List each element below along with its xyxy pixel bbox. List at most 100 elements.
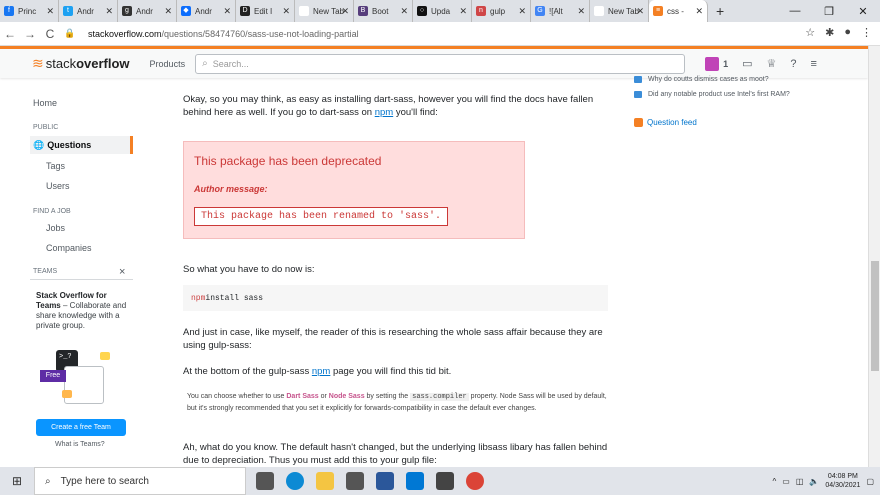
tab-close-icon[interactable]: ✕	[105, 6, 113, 17]
globe-icon: 🌐	[33, 139, 45, 150]
battery-icon[interactable]: ▭	[782, 477, 790, 486]
vscode-icon[interactable]	[406, 472, 424, 490]
teams-close-icon[interactable]: ×	[119, 266, 125, 278]
browser-tab[interactable]: ◆ Andr ✕	[177, 0, 236, 22]
tab-close-icon[interactable]: ✕	[518, 6, 526, 17]
window-controls: — ❐ ✕	[778, 0, 880, 22]
browser-tab[interactable]: ≡ css - ✕	[649, 0, 708, 22]
task-view-icon[interactable]	[256, 472, 274, 490]
inbox-count[interactable]: 1	[723, 59, 728, 69]
mail-icon[interactable]	[346, 472, 364, 490]
create-team-button[interactable]: Create a free Team	[36, 419, 126, 436]
sidebar-item-companies[interactable]: Companies	[46, 243, 92, 253]
site-switcher-icon[interactable]: ≡	[811, 58, 817, 70]
chevron-up-icon[interactable]: ^	[773, 477, 777, 486]
avatar[interactable]	[705, 56, 720, 71]
sidebar-item-users[interactable]: Users	[46, 181, 70, 191]
url-field[interactable]: stackoverflow.com/questions/58474760/sas…	[88, 29, 359, 39]
browser-tab[interactable]: B Boot ✕	[354, 0, 413, 22]
lock-icon[interactable]: 🔒	[60, 28, 80, 39]
deprecation-box: This package has been deprecated Author …	[183, 141, 525, 239]
questions-label: Questions	[47, 140, 92, 150]
tab-favicon-icon: D	[240, 6, 250, 16]
tab-close-icon[interactable]: ✕	[695, 6, 703, 17]
browser-tab[interactable]: ○ Upda ✕	[413, 0, 472, 22]
search-input[interactable]: ⌕ Search...	[195, 53, 686, 74]
reload-icon[interactable]: C	[40, 27, 60, 41]
question-feed-link[interactable]: Question feed	[634, 118, 697, 127]
new-tab-button[interactable]: +	[716, 3, 724, 19]
edge-icon[interactable]	[286, 472, 304, 490]
note-dart: Dart Sass	[286, 393, 319, 400]
so-logo[interactable]: ≋ stack overflow	[32, 55, 130, 72]
code-keyword: npm	[191, 293, 206, 303]
scrollbar[interactable]	[868, 46, 880, 467]
word-icon[interactable]	[376, 472, 394, 490]
note-node: Node Sass	[328, 393, 365, 400]
browser-tab[interactable]: t Andr ✕	[59, 0, 118, 22]
tab-label: ![Alt	[549, 6, 563, 16]
tab-label: New Tab	[313, 6, 344, 16]
section-find-job: FIND A JOB	[33, 208, 71, 215]
inbox-icon[interactable]: ▭	[742, 57, 752, 70]
browser-tab[interactable]: New Tab ✕	[295, 0, 354, 22]
what-is-teams-link[interactable]: What is Teams?	[55, 441, 105, 448]
tab-favicon-icon: n	[476, 6, 486, 16]
tab-close-icon[interactable]: ✕	[223, 6, 231, 17]
minimize-icon[interactable]: —	[778, 5, 812, 17]
network-icon[interactable]: ◫	[796, 477, 804, 486]
so-header: ≋ stack overflow Products ⌕ Search... 1 ▭…	[0, 46, 868, 78]
quoted-note: You can choose whether to use Dart Sass …	[187, 391, 607, 415]
forward-icon[interactable]: →	[20, 27, 40, 41]
achievements-icon[interactable]: ♕	[767, 57, 777, 70]
browser-tab[interactable]: f Princ ✕	[0, 0, 59, 22]
sidebar-item-home[interactable]: Home	[33, 98, 57, 108]
back-icon[interactable]: ←	[0, 27, 20, 41]
tab-close-icon[interactable]: ✕	[636, 6, 644, 17]
sidebar-item-tags[interactable]: Tags	[46, 161, 65, 171]
tab-close-icon[interactable]: ✕	[46, 6, 54, 17]
tab-close-icon[interactable]: ✕	[459, 6, 467, 17]
browser-tab[interactable]: New Tab ✕	[590, 0, 649, 22]
npm-link-1[interactable]: npm	[375, 107, 393, 118]
browser-tab[interactable]: D Edit I ✕	[236, 0, 295, 22]
store-icon[interactable]	[436, 472, 454, 490]
browser-tab[interactable]: G ![Alt ✕	[531, 0, 590, 22]
tab-close-icon[interactable]: ✕	[282, 6, 290, 17]
free-badge: Free	[40, 370, 66, 382]
note-a: You can choose whether to use	[187, 393, 287, 400]
tab-close-icon[interactable]: ✕	[164, 6, 172, 17]
extensions-icon[interactable]: ✱	[825, 26, 834, 39]
scrollbar-thumb[interactable]	[871, 261, 879, 371]
tab-close-icon[interactable]: ✕	[577, 6, 585, 17]
tab-close-icon[interactable]: ✕	[341, 6, 349, 17]
right-sidebar: Why do coutts dismiss cases as moot? Did…	[634, 76, 834, 106]
sidebar-item-jobs[interactable]: Jobs	[46, 223, 65, 233]
clock[interactable]: 04:08 PM 04/30/2021	[825, 472, 860, 490]
volume-icon[interactable]: 🔈	[809, 477, 819, 486]
file-explorer-icon[interactable]	[316, 472, 334, 490]
npm-link-2[interactable]: npm	[312, 366, 330, 377]
menu-icon[interactable]: ⋮	[861, 26, 872, 39]
hot-q2-text: Did any notable product use Intel's firs…	[648, 91, 790, 98]
star-icon[interactable]: ☆	[805, 26, 815, 39]
profile-icon[interactable]: ●	[844, 26, 851, 39]
close-icon[interactable]: ✕	[846, 5, 880, 18]
tab-close-icon[interactable]: ✕	[400, 6, 408, 17]
hot-question-1[interactable]: Why do coutts dismiss cases as moot?	[634, 76, 834, 83]
restore-icon[interactable]: ❐	[812, 5, 846, 18]
help-icon[interactable]: ?	[790, 58, 796, 70]
paragraph-4: At the bottom of the gulp-sass npm page …	[183, 365, 608, 378]
tab-favicon-icon	[299, 6, 309, 16]
feed-label: Question feed	[647, 118, 697, 127]
notifications-icon[interactable]: ▢	[866, 477, 874, 486]
windows-start-icon[interactable]: ⊞	[0, 474, 34, 488]
hot-question-2[interactable]: Did any notable product use Intel's firs…	[634, 91, 834, 98]
browser-tab[interactable]: g Andr ✕	[118, 0, 177, 22]
tab-label: Andr	[136, 6, 153, 16]
taskbar-search[interactable]: ⌕ Type here to search	[34, 467, 246, 495]
chrome-icon[interactable]	[466, 472, 484, 490]
browser-tab[interactable]: n gulp ✕	[472, 0, 531, 22]
products-link[interactable]: Products	[150, 59, 186, 69]
sidebar-item-questions[interactable]: 🌐 Questions	[30, 136, 133, 154]
